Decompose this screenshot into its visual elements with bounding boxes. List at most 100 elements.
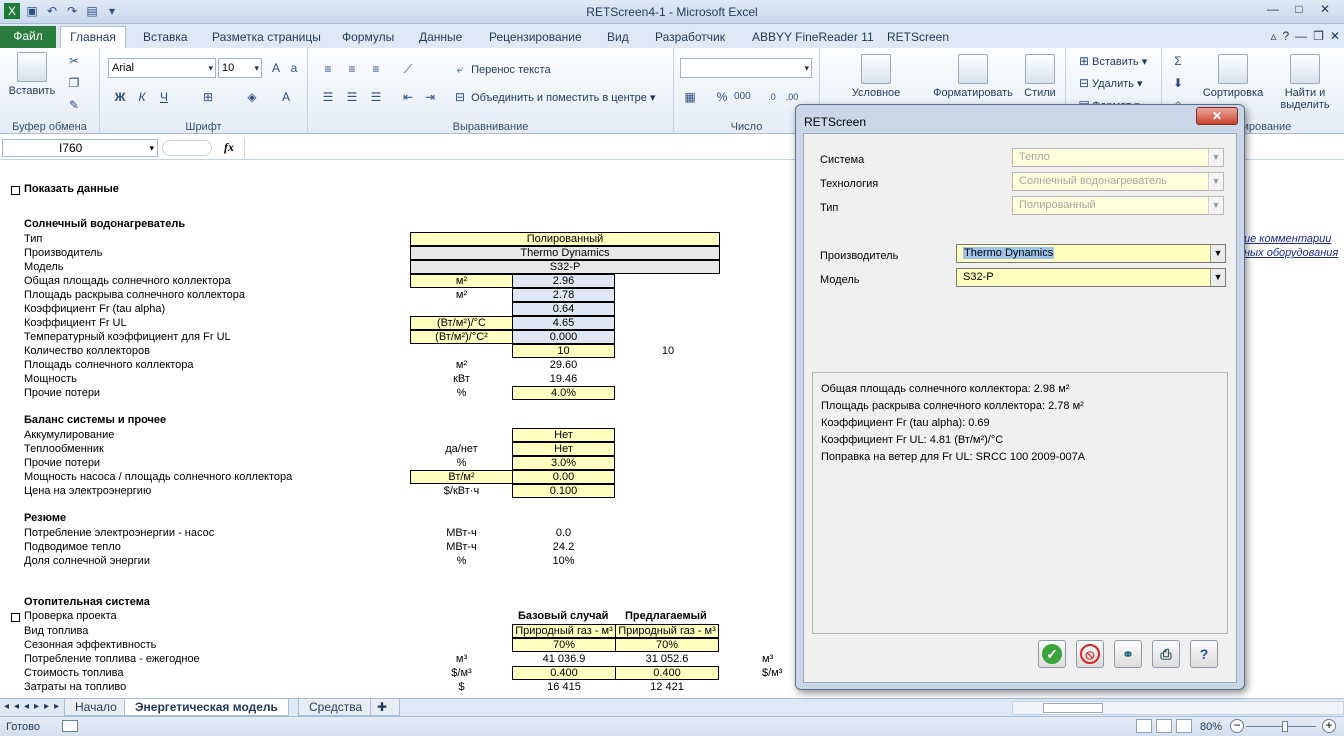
wrap-text-button[interactable]: ⤶ Перенос текста [452, 62, 551, 76]
decrease-indent-icon[interactable]: ⇤ [400, 90, 416, 104]
tab-abbyy[interactable]: ABBYY FineReader 11 [752, 28, 874, 48]
close-icon[interactable]: ✕ [1312, 0, 1338, 18]
decrease-decimal-icon[interactable]: .00 [784, 90, 800, 104]
fill-icon[interactable]: ⬇ [1170, 76, 1186, 90]
value-cell[interactable]: 2.96 [512, 274, 615, 288]
find-select-button[interactable]: Найти и выделить [1272, 54, 1338, 111]
cut-icon[interactable]: ✂ [66, 54, 82, 68]
base-cell[interactable]: 70% [512, 638, 616, 652]
value-cell[interactable]: 0.64 [512, 302, 615, 316]
number-format-combo[interactable] [680, 58, 812, 78]
new-sheet-icon[interactable]: ✚ [370, 699, 400, 716]
help-icon[interactable]: ? [1282, 29, 1289, 43]
proposed-cell[interactable]: Природный газ - м³ [615, 624, 719, 638]
base-cell[interactable]: 0.400 [512, 666, 616, 680]
tab-page-layout[interactable]: Разметка страницы [212, 28, 321, 48]
zoom-slider-knob[interactable] [1282, 721, 1288, 732]
orientation-icon[interactable]: ⟋ [400, 62, 416, 76]
print-button[interactable]: ⎙ [1152, 640, 1180, 668]
value-cell[interactable]: 10 [512, 344, 615, 358]
percent-icon[interactable]: % [714, 90, 730, 104]
delete-cells-button[interactable]: ⊟ Удалить ▾ [1076, 76, 1143, 90]
comma-icon[interactable]: 000 [734, 90, 751, 104]
conditional-format-button[interactable]: Условное [846, 54, 906, 99]
macro-record-icon[interactable] [62, 720, 78, 732]
chevron-down-icon[interactable]: ▼ [1210, 269, 1225, 286]
paste-button[interactable]: Вставить [6, 52, 58, 97]
help-button[interactable]: ? [1190, 640, 1218, 668]
tab-formulas[interactable]: Формулы [342, 28, 394, 48]
tab-view[interactable]: Вид [607, 28, 629, 48]
sheet-tab-tools[interactable]: Средства [298, 699, 374, 716]
comments-link[interactable]: ие комментарии [1244, 233, 1331, 245]
value-cell[interactable]: Нет [512, 442, 615, 456]
autosum-icon[interactable]: Σ [1170, 54, 1186, 68]
tab-file[interactable]: Файл [0, 26, 56, 48]
font-size-combo[interactable]: 10 [218, 58, 262, 78]
align-right-icon[interactable]: ☰ [368, 90, 384, 104]
insert-cells-button[interactable]: ⊞ Вставить ▾ [1076, 54, 1147, 68]
value-cell[interactable]: 4.65 [512, 316, 615, 330]
tab-home[interactable]: Главная [60, 26, 126, 48]
doc-minimize-icon[interactable]: — [1295, 29, 1307, 43]
zoom-out-icon[interactable]: − [1230, 719, 1244, 733]
dialog-close-icon[interactable]: ✕ [1196, 107, 1238, 125]
maximize-icon[interactable]: □ [1286, 0, 1312, 18]
proposed-cell[interactable]: 0.400 [615, 666, 719, 680]
sheet-nav-arrows[interactable]: ◂◂◂▸▸▸ [4, 701, 64, 712]
bold-icon[interactable]: Ж [112, 90, 128, 104]
equipment-link[interactable]: ных оборудования [1244, 247, 1338, 259]
zoom-slider-track[interactable] [1246, 726, 1316, 727]
value-cell[interactable]: 0.100 [512, 484, 615, 498]
fill-color-icon[interactable]: ◈ [244, 90, 260, 104]
sort-filter-button[interactable]: Сортировка [1198, 54, 1268, 99]
value-cell[interactable]: 3.0% [512, 456, 615, 470]
tab-insert[interactable]: Вставка [143, 28, 188, 48]
formula-bar-handle[interactable] [162, 140, 212, 156]
value-cell[interactable]: S32-P [410, 260, 720, 274]
minimize-icon[interactable]: — [1260, 0, 1286, 18]
manufacturer-select[interactable]: Thermo Dynamics ▼ [956, 244, 1226, 263]
tab-data[interactable]: Данные [419, 28, 462, 48]
base-cell[interactable]: Природный газ - м³ [512, 624, 616, 638]
format-painter-icon[interactable]: ✎ [66, 98, 82, 112]
doc-restore-icon[interactable]: ❐ [1313, 29, 1324, 43]
sheet-tab-start[interactable]: Начало [64, 699, 128, 716]
value-cell[interactable]: Полированный [410, 232, 720, 246]
increase-indent-icon[interactable]: ⇥ [422, 90, 438, 104]
show-data-checkbox[interactable] [11, 186, 20, 195]
merge-center-button[interactable]: ⊟ Объединить и поместить в центре ▾ [452, 90, 656, 104]
borders-icon[interactable]: ⊞ [200, 90, 216, 104]
grow-font-icon[interactable]: A [268, 61, 284, 75]
insert-function-icon[interactable]: fx [224, 140, 234, 155]
align-left-icon[interactable]: ☰ [320, 90, 336, 104]
font-color-icon[interactable]: A [278, 90, 294, 104]
value-cell[interactable]: 4.0% [512, 386, 615, 400]
italic-icon[interactable]: К [134, 90, 150, 104]
increase-decimal-icon[interactable]: .0 [764, 90, 780, 104]
format-as-table-button[interactable]: Форматировать [928, 54, 1018, 99]
project-check-checkbox[interactable] [11, 613, 20, 622]
tab-developer[interactable]: Разработчик [655, 28, 725, 48]
ok-button[interactable]: ✓ [1038, 640, 1066, 668]
name-box[interactable]: I760 [2, 139, 158, 157]
value-cell[interactable]: 0.000 [512, 330, 615, 344]
minimize-ribbon-icon[interactable]: ▵ [1270, 29, 1276, 43]
horizontal-scroll-thumb[interactable] [1043, 703, 1103, 713]
shrink-font-icon[interactable]: a [286, 61, 302, 75]
sheet-tab-energy-model[interactable]: Энергетическая модель [124, 699, 289, 716]
page-break-view-icon[interactable] [1176, 719, 1192, 733]
cancel-button[interactable]: ⦸ [1076, 640, 1104, 668]
align-center-icon[interactable]: ☰ [344, 90, 360, 104]
font-name-combo[interactable]: Arial [108, 58, 216, 78]
value-cell[interactable]: 2.78 [512, 288, 615, 302]
tab-review[interactable]: Рецензирование [489, 28, 582, 48]
model-select[interactable]: S32-P ▼ [956, 268, 1226, 287]
link-button[interactable]: ⚭ [1114, 640, 1142, 668]
copy-icon[interactable]: ❐ [66, 76, 82, 90]
value-cell[interactable]: Thermo Dynamics [410, 246, 720, 260]
normal-view-icon[interactable] [1136, 719, 1152, 733]
currency-icon[interactable]: ▦ [682, 90, 698, 104]
align-middle-icon[interactable]: ≡ [344, 62, 360, 76]
proposed-cell[interactable]: 70% [615, 638, 719, 652]
